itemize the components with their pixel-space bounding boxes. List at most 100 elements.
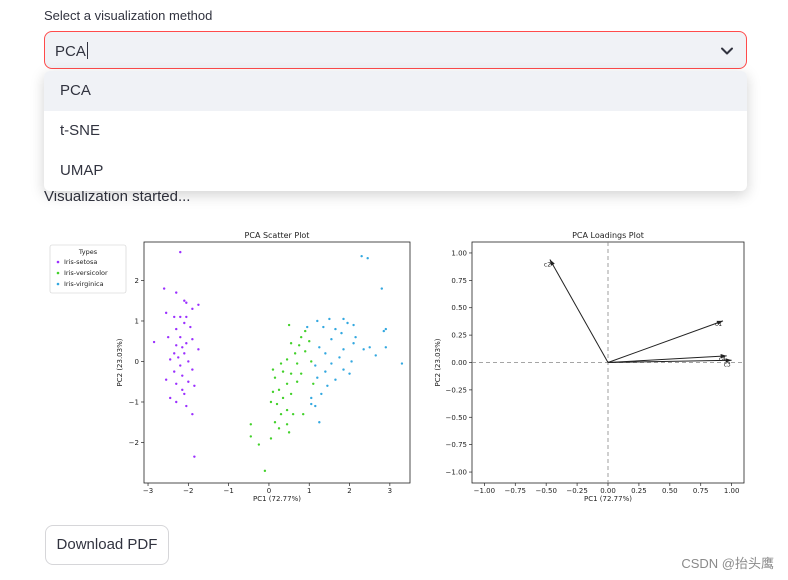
scatter-point-iris-versicolor	[295, 362, 299, 365]
scatter-point-iris-versicolor	[279, 412, 283, 416]
scatter-point-iris-setosa	[175, 327, 178, 331]
loadings-ylabel: PC2 (23.03%)	[434, 338, 442, 386]
scatter-point-iris-virginica	[362, 348, 365, 351]
scatter-point-iris-virginica	[334, 327, 337, 331]
scatter-point-iris-versicolor	[285, 423, 289, 426]
loadings-xlabel: PC1 (72.77%)	[584, 495, 632, 503]
loadings-xtick-label: −0.25	[566, 487, 587, 495]
option-tsne[interactable]: t-SNE	[44, 111, 747, 151]
scatter-point-iris-setosa	[183, 299, 186, 302]
scatter-point-iris-setosa	[183, 321, 186, 325]
scatter-point-iris-virginica	[310, 402, 313, 406]
scatter-xtick-label: −3	[143, 487, 153, 495]
scatter-point-iris-virginica	[310, 396, 313, 400]
scatter-point-iris-virginica	[318, 346, 321, 349]
scatter-xtick-label: −1	[223, 487, 233, 495]
scatter-point-iris-versicolor	[295, 380, 299, 383]
scatter-point-iris-setosa	[183, 392, 186, 396]
scatter-point-iris-virginica	[324, 370, 327, 373]
scatter-point-iris-setosa	[193, 455, 196, 458]
scatter-point-iris-versicolor	[275, 402, 279, 406]
scatter-point-iris-versicolor	[299, 372, 303, 375]
scatter-point-iris-setosa	[177, 356, 180, 359]
scatter-point-iris-versicolor	[308, 340, 311, 343]
scatter-legend-marker	[56, 271, 60, 275]
scatter-point-iris-setosa	[179, 335, 182, 339]
loadings-title: PCA Loadings Plot	[572, 231, 644, 240]
select-current-value[interactable]: PCA	[55, 42, 88, 60]
scatter-point-iris-setosa	[175, 291, 178, 294]
scatter-point-iris-setosa	[162, 287, 166, 290]
scatter-point-iris-versicolor	[271, 390, 275, 394]
loadings-xtick-label: 1.00	[724, 487, 740, 495]
scatter-point-iris-virginica	[322, 325, 325, 329]
scatter-xtick-label: 1	[307, 487, 311, 495]
scatter-legend-label: Iris-virginica	[64, 280, 104, 288]
scatter-point-iris-virginica	[360, 254, 363, 258]
scatter-point-iris-virginica	[374, 354, 377, 357]
scatter-point-iris-versicolor	[277, 427, 281, 430]
select-dropdown-menu: PCA t-SNE UMAP	[44, 71, 747, 191]
loadings-xtick-label: −1.00	[474, 487, 495, 495]
scatter-point-iris-virginica	[316, 319, 319, 323]
select-label: Select a visualization method	[44, 8, 213, 23]
scatter-xtick-label: 0	[267, 487, 271, 495]
scatter-point-iris-versicolor	[304, 329, 307, 333]
loadings-ytick-label: −0.75	[446, 441, 467, 449]
scatter-point-iris-virginica	[334, 378, 337, 381]
scatter-point-iris-versicolor	[285, 382, 289, 385]
scatter-point-iris-virginica	[330, 338, 333, 341]
scatter-point-iris-virginica	[342, 368, 345, 371]
scatter-point-iris-versicolor	[291, 412, 295, 416]
scatter-point-iris-setosa	[175, 344, 178, 347]
loadings-xtick-label: −0.50	[535, 487, 556, 495]
scatter-point-iris-versicolor	[297, 344, 301, 347]
scatter-point-iris-virginica	[384, 327, 388, 331]
scatter-point-iris-virginica	[306, 325, 309, 329]
option-umap[interactable]: UMAP	[44, 151, 747, 191]
scatter-point-iris-versicolor	[281, 370, 285, 373]
scatter-point-iris-setosa	[173, 352, 176, 355]
loadings-ytick-label: 0.25	[451, 332, 467, 340]
scatter-point-iris-setosa	[181, 388, 184, 392]
scatter-point-iris-setosa	[164, 311, 168, 315]
pca-figure: PCA Scatter Plot PC1 (72.77%) PC2 (23.03%)…	[49, 231, 745, 503]
option-pca[interactable]: PCA	[44, 71, 747, 111]
scatter-ytick-label: 2	[135, 277, 139, 285]
scatter-point-iris-versicolor	[273, 376, 277, 379]
scatter-point-iris-virginica	[314, 404, 317, 408]
scatter-point-iris-virginica	[338, 356, 341, 359]
scatter-ytick-label: −1	[129, 398, 139, 406]
scatter-point-iris-virginica	[320, 392, 323, 396]
scatter-point-iris-versicolor	[310, 360, 313, 363]
scatter-point-iris-setosa	[187, 380, 190, 383]
scatter-point-iris-setosa	[191, 338, 194, 341]
scatter-title: PCA Scatter Plot	[245, 231, 310, 240]
visualization-method-select[interactable]: PCA	[44, 31, 747, 69]
scatter-point-iris-setosa	[197, 348, 200, 351]
scatter-point-iris-setosa	[175, 400, 178, 404]
scatter-point-iris-versicolor	[293, 352, 297, 355]
scatter-point-iris-setosa	[166, 335, 170, 339]
scatter-point-iris-virginica	[342, 348, 345, 351]
scatter-xtick-label: 2	[347, 487, 351, 495]
scatter-point-iris-versicolor	[281, 396, 285, 400]
scatter-point-iris-setosa	[185, 301, 188, 304]
scatter-point-iris-versicolor	[277, 388, 281, 392]
scatter-point-iris-setosa	[191, 368, 194, 371]
scatter-point-iris-setosa	[185, 404, 188, 408]
scatter-point-iris-versicolor	[287, 323, 291, 327]
loading-label-c2: c2	[544, 262, 551, 269]
scatter-point-iris-setosa	[181, 346, 184, 349]
loadings-ytick-label: 0.50	[451, 304, 467, 312]
scatter-point-iris-virginica	[328, 317, 331, 321]
scatter-point-iris-versicolor	[287, 431, 291, 434]
scatter-point-iris-virginica	[348, 372, 351, 375]
chevron-down-icon[interactable]	[720, 44, 734, 58]
download-pdf-button[interactable]: Download PDF	[45, 525, 169, 565]
scatter-legend-label: Iris-setosa	[64, 258, 97, 266]
loadings-xtick-label: −0.75	[505, 487, 526, 495]
scatter-point-iris-setosa	[164, 378, 168, 381]
scatter-point-iris-setosa	[183, 352, 186, 355]
scatter-point-iris-versicolor	[273, 421, 277, 424]
